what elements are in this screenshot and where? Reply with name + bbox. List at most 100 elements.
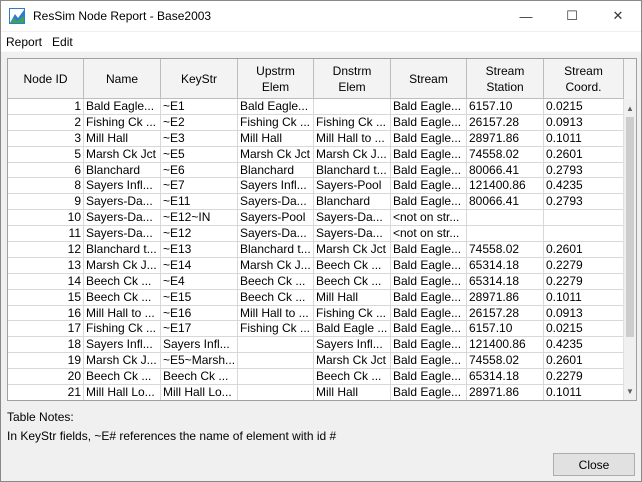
table-row[interactable]: 21 Mill Hall Lo... Mill Hall Lo... Mill Hal… [8, 385, 624, 400]
table-row[interactable]: 18 Sayers Infl... Sayers Infl... Sayers Inf… [8, 337, 624, 354]
cell-name[interactable]: Mill Hall [84, 130, 161, 147]
cell-stream[interactable]: Bald Eagle... [391, 146, 467, 163]
cell-node-id[interactable]: 8 [8, 178, 84, 195]
cell-stream-coord[interactable]: 0.2601 [544, 353, 624, 370]
cell-stream-coord[interactable]: 0.1011 [544, 385, 624, 400]
cell-upstrm-elem[interactable]: Fishing Ck ... [238, 321, 314, 338]
cell-keystr[interactable]: ~E5~Marsh... [161, 353, 238, 370]
cell-node-id[interactable]: 15 [8, 289, 84, 306]
cell-node-id[interactable]: 5 [8, 146, 84, 163]
cell-stream[interactable]: Bald Eagle... [391, 99, 467, 115]
node-report-table[interactable]: Node ID Name KeyStr Upstrm Elem Dnstrm Elem S… [7, 58, 637, 401]
cell-keystr[interactable]: ~E14 [161, 257, 238, 274]
cell-stream-station[interactable] [467, 210, 544, 227]
scroll-down-icon[interactable]: ▼ [624, 384, 636, 398]
column-header-stream[interactable]: Stream [391, 59, 467, 99]
cell-keystr[interactable]: Mill Hall Lo... [161, 385, 238, 400]
minimize-button[interactable]: — [503, 1, 549, 31]
cell-node-id[interactable]: 12 [8, 242, 84, 258]
cell-dnstrm-elem[interactable]: Sayers Infl... [314, 337, 391, 354]
cell-stream[interactable]: <not on str... [391, 226, 467, 243]
cell-keystr[interactable]: ~E5 [161, 146, 238, 163]
cell-stream-station[interactable]: 6157.10 [467, 321, 544, 338]
close-button[interactable]: Close [553, 453, 635, 476]
cell-name[interactable]: Marsh Ck Jct [84, 146, 161, 163]
cell-dnstrm-elem[interactable]: Mill Hall to ... [314, 130, 391, 147]
cell-name[interactable]: Bald Eagle... [84, 99, 161, 115]
cell-stream[interactable]: Bald Eagle... [391, 273, 467, 290]
cell-keystr[interactable]: ~E17 [161, 321, 238, 338]
menu-report[interactable]: Report [1, 35, 47, 49]
cell-stream-coord[interactable]: 0.2279 [544, 273, 624, 290]
cell-keystr[interactable]: ~E12~IN [161, 210, 238, 227]
cell-stream-station[interactable]: 74558.02 [467, 146, 544, 163]
cell-stream[interactable]: Bald Eagle... [391, 305, 467, 322]
cell-stream[interactable]: Bald Eagle... [391, 369, 467, 386]
cell-stream[interactable]: Bald Eagle... [391, 114, 467, 131]
cell-dnstrm-elem[interactable]: Marsh Ck Jct [314, 242, 391, 258]
cell-dnstrm-elem[interactable]: Bald Eagle ... [314, 321, 391, 338]
cell-stream[interactable]: Bald Eagle... [391, 130, 467, 147]
table-row[interactable]: 16 Mill Hall to ... ~E16 Mill Hall to ... Fi… [8, 305, 624, 322]
cell-stream-station[interactable]: 74558.02 [467, 353, 544, 370]
scrollbar-thumb[interactable] [626, 117, 634, 337]
table-row[interactable]: 12 Blanchard t... ~E13 Blanchard t... Marsh … [8, 242, 624, 258]
cell-upstrm-elem[interactable]: Bald Eagle... [238, 99, 314, 115]
cell-name[interactable]: Fishing Ck ... [84, 321, 161, 338]
cell-upstrm-elem[interactable] [238, 385, 314, 400]
cell-node-id[interactable]: 21 [8, 385, 84, 400]
cell-dnstrm-elem[interactable]: Blanchard [314, 194, 391, 211]
cell-upstrm-elem[interactable]: Blanchard t... [238, 242, 314, 258]
cell-stream-station[interactable]: 28971.86 [467, 289, 544, 306]
cell-keystr[interactable]: ~E16 [161, 305, 238, 322]
cell-name[interactable]: Sayers-Da... [84, 226, 161, 243]
cell-keystr[interactable]: ~E6 [161, 162, 238, 179]
cell-stream[interactable]: Bald Eagle... [391, 385, 467, 400]
cell-stream-coord[interactable]: 0.0215 [544, 99, 624, 115]
column-header-upstrm-elem[interactable]: Upstrm Elem [238, 59, 314, 99]
column-header-node-id[interactable]: Node ID [8, 59, 84, 99]
cell-upstrm-elem[interactable]: Sayers-Da... [238, 226, 314, 243]
table-row[interactable]: 3 Mill Hall ~E3 Mill Hall Mill Hall to ... Ba… [8, 130, 624, 147]
cell-keystr[interactable]: ~E7 [161, 178, 238, 195]
cell-dnstrm-elem[interactable] [314, 99, 391, 115]
cell-stream-coord[interactable]: 0.2279 [544, 257, 624, 274]
column-header-dnstrm-elem[interactable]: Dnstrm Elem [314, 59, 391, 99]
cell-stream-station[interactable]: 74558.02 [467, 242, 544, 258]
cell-stream[interactable]: Bald Eagle... [391, 242, 467, 258]
cell-stream-coord[interactable]: 0.0913 [544, 114, 624, 131]
cell-node-id[interactable]: 6 [8, 162, 84, 179]
cell-keystr[interactable]: Beech Ck ... [161, 369, 238, 386]
cell-name[interactable]: Marsh Ck J... [84, 257, 161, 274]
cell-node-id[interactable]: 13 [8, 257, 84, 274]
cell-stream-coord[interactable]: 0.2601 [544, 146, 624, 163]
cell-stream-station[interactable] [467, 226, 544, 243]
cell-stream-coord[interactable]: 0.2601 [544, 242, 624, 258]
title-bar[interactable]: ResSim Node Report - Base2003 — ☐ ✕ [1, 1, 641, 31]
cell-keystr[interactable]: ~E13 [161, 242, 238, 258]
cell-dnstrm-elem[interactable]: Mill Hall [314, 385, 391, 400]
cell-stream-coord[interactable]: 0.2279 [544, 369, 624, 386]
cell-keystr[interactable]: ~E1 [161, 99, 238, 115]
cell-upstrm-elem[interactable]: Marsh Ck Jct [238, 146, 314, 163]
cell-name[interactable]: Beech Ck ... [84, 273, 161, 290]
table-row[interactable]: 10 Sayers-Da... ~E12~IN Sayers-Pool Sayers-D… [8, 210, 624, 227]
cell-name[interactable]: Mill Hall Lo... [84, 385, 161, 400]
column-header-stream-coord[interactable]: Stream Coord. [544, 59, 624, 99]
cell-stream[interactable]: Bald Eagle... [391, 289, 467, 306]
cell-upstrm-elem[interactable] [238, 337, 314, 354]
table-row[interactable]: 17 Fishing Ck ... ~E17 Fishing Ck ... Bald E… [8, 321, 624, 338]
cell-dnstrm-elem[interactable]: Marsh Ck Jct [314, 353, 391, 370]
cell-node-id[interactable]: 16 [8, 305, 84, 322]
cell-stream-station[interactable]: 65314.18 [467, 369, 544, 386]
cell-keystr[interactable]: ~E4 [161, 273, 238, 290]
cell-dnstrm-elem[interactable]: Beech Ck ... [314, 273, 391, 290]
cell-keystr[interactable]: Sayers Infl... [161, 337, 238, 354]
table-row[interactable]: 1 Bald Eagle... ~E1 Bald Eagle... Bald Eagle… [8, 99, 624, 115]
cell-dnstrm-elem[interactable]: Fishing Ck ... [314, 114, 391, 131]
cell-stream-coord[interactable]: 0.1011 [544, 289, 624, 306]
cell-node-id[interactable]: 9 [8, 194, 84, 211]
cell-name[interactable]: Beech Ck ... [84, 289, 161, 306]
cell-name[interactable]: Marsh Ck J... [84, 353, 161, 370]
cell-node-id[interactable]: 1 [8, 99, 84, 115]
